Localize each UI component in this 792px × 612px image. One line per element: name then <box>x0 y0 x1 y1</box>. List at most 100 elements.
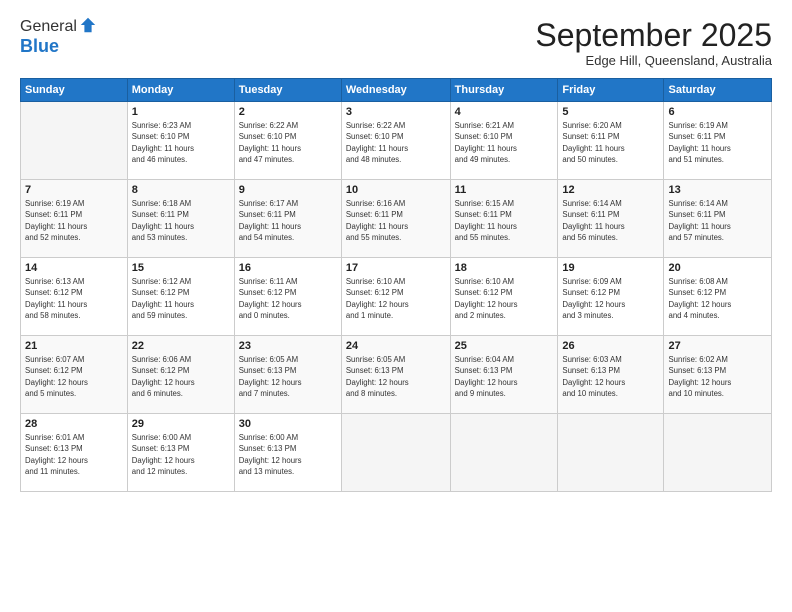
week-row-1: 1 Sunrise: 6:23 AMSunset: 6:10 PMDaylight… <box>21 102 772 180</box>
day-number: 10 <box>346 184 446 196</box>
calendar-cell: 28 Sunrise: 6:01 AMSunset: 6:13 PMDayligh… <box>21 414 128 492</box>
day-number: 9 <box>239 184 337 196</box>
day-info: Sunrise: 6:20 AMSunset: 6:11 PMDaylight:… <box>562 120 659 165</box>
calendar-cell: 20Sunrise: 6:08 AMSunset: 6:12 PMDayligh… <box>664 258 772 336</box>
day-info: Sunrise: 6:18 AMSunset: 6:11 PMDaylight:… <box>132 198 230 243</box>
calendar-cell: 16 Sunrise: 6:11 AMSunset: 6:12 PMDayligh… <box>234 258 341 336</box>
weekday-header-monday: Monday <box>127 79 234 102</box>
logo-blue-text: Blue <box>20 36 59 56</box>
day-info: Sunrise: 6:02 AMSunset: 6:13 PMDaylight:… <box>668 354 767 399</box>
day-number: 27 <box>668 340 767 352</box>
day-number: 25 <box>455 340 554 352</box>
day-info: Sunrise: 6:04 AMSunset: 6:13 PMDaylight:… <box>455 354 554 399</box>
calendar-cell: 26Sunrise: 6:03 AMSunset: 6:13 PMDayligh… <box>558 336 664 414</box>
day-number: 3 <box>346 106 446 118</box>
day-info: Sunrise: 6:10 AMSunset: 6:12 PMDaylight:… <box>346 276 446 321</box>
day-info: Sunrise: 6:08 AMSunset: 6:12 PMDaylight:… <box>668 276 767 321</box>
day-info: Sunrise: 6:22 AMSunset: 6:10 PMDaylight:… <box>239 120 337 165</box>
logo-general-text: General <box>20 18 77 36</box>
calendar-cell: 19Sunrise: 6:09 AMSunset: 6:12 PMDayligh… <box>558 258 664 336</box>
calendar-cell <box>558 414 664 492</box>
logo: General Blue <box>20 18 97 57</box>
calendar-cell: 17 Sunrise: 6:10 AMSunset: 6:12 PMDayligh… <box>341 258 450 336</box>
weekday-header-tuesday: Tuesday <box>234 79 341 102</box>
day-info: Sunrise: 6:09 AMSunset: 6:12 PMDaylight:… <box>562 276 659 321</box>
calendar-cell <box>21 102 128 180</box>
day-info: Sunrise: 6:17 AMSunset: 6:11 PMDaylight:… <box>239 198 337 243</box>
day-info: Sunrise: 6:05 AMSunset: 6:13 PMDaylight:… <box>239 354 337 399</box>
weekday-header-row: SundayMondayTuesdayWednesdayThursdayFrid… <box>21 79 772 102</box>
calendar-cell: 15 Sunrise: 6:12 AMSunset: 6:12 PMDayligh… <box>127 258 234 336</box>
calendar-cell: 13 Sunrise: 6:14 AMSunset: 6:11 PMDayligh… <box>664 180 772 258</box>
day-info: Sunrise: 6:21 AMSunset: 6:10 PMDaylight:… <box>455 120 554 165</box>
day-number: 17 <box>346 262 446 274</box>
day-info: Sunrise: 6:00 AMSunset: 6:13 PMDaylight:… <box>239 432 337 477</box>
calendar-cell: 1 Sunrise: 6:23 AMSunset: 6:10 PMDaylight… <box>127 102 234 180</box>
calendar-cell <box>341 414 450 492</box>
day-info: Sunrise: 6:07 AMSunset: 6:12 PMDaylight:… <box>25 354 123 399</box>
calendar-cell: 22 Sunrise: 6:06 AMSunset: 6:12 PMDayligh… <box>127 336 234 414</box>
day-info: Sunrise: 6:11 AMSunset: 6:12 PMDaylight:… <box>239 276 337 321</box>
day-info: Sunrise: 6:10 AMSunset: 6:12 PMDaylight:… <box>455 276 554 321</box>
day-number: 1 <box>132 106 230 118</box>
day-number: 5 <box>562 106 659 118</box>
day-info: Sunrise: 6:05 AMSunset: 6:13 PMDaylight:… <box>346 354 446 399</box>
calendar-cell: 27 Sunrise: 6:02 AMSunset: 6:13 PMDayligh… <box>664 336 772 414</box>
day-number: 12 <box>562 184 659 196</box>
week-row-3: 14 Sunrise: 6:13 AMSunset: 6:12 PMDayligh… <box>21 258 772 336</box>
day-info: Sunrise: 6:19 AMSunset: 6:11 PMDaylight:… <box>25 198 123 243</box>
day-number: 23 <box>239 340 337 352</box>
weekday-header-sunday: Sunday <box>21 79 128 102</box>
calendar-cell <box>450 414 558 492</box>
day-number: 28 <box>25 418 123 430</box>
day-info: Sunrise: 6:06 AMSunset: 6:12 PMDaylight:… <box>132 354 230 399</box>
week-row-4: 21 Sunrise: 6:07 AMSunset: 6:12 PMDayligh… <box>21 336 772 414</box>
calendar-cell: 29 Sunrise: 6:00 AMSunset: 6:13 PMDayligh… <box>127 414 234 492</box>
day-number: 15 <box>132 262 230 274</box>
calendar-cell: 8Sunrise: 6:18 AMSunset: 6:11 PMDaylight… <box>127 180 234 258</box>
day-number: 26 <box>562 340 659 352</box>
calendar-table: SundayMondayTuesdayWednesdayThursdayFrid… <box>20 78 772 492</box>
day-number: 13 <box>668 184 767 196</box>
day-info: Sunrise: 6:13 AMSunset: 6:12 PMDaylight:… <box>25 276 123 321</box>
day-info: Sunrise: 6:00 AMSunset: 6:13 PMDaylight:… <box>132 432 230 477</box>
day-info: Sunrise: 6:12 AMSunset: 6:12 PMDaylight:… <box>132 276 230 321</box>
calendar-cell: 14 Sunrise: 6:13 AMSunset: 6:12 PMDayligh… <box>21 258 128 336</box>
day-number: 11 <box>455 184 554 196</box>
day-info: Sunrise: 6:19 AMSunset: 6:11 PMDaylight:… <box>668 120 767 165</box>
calendar-cell: 30 Sunrise: 6:00 AMSunset: 6:13 PMDayligh… <box>234 414 341 492</box>
calendar-cell: 12 Sunrise: 6:14 AMSunset: 6:11 PMDayligh… <box>558 180 664 258</box>
day-info: Sunrise: 6:01 AMSunset: 6:13 PMDaylight:… <box>25 432 123 477</box>
calendar-cell: 11Sunrise: 6:15 AMSunset: 6:11 PMDayligh… <box>450 180 558 258</box>
calendar-cell: 9 Sunrise: 6:17 AMSunset: 6:11 PMDaylight… <box>234 180 341 258</box>
day-number: 21 <box>25 340 123 352</box>
day-info: Sunrise: 6:14 AMSunset: 6:11 PMDaylight:… <box>668 198 767 243</box>
day-info: Sunrise: 6:23 AMSunset: 6:10 PMDaylight:… <box>132 120 230 165</box>
calendar-cell: 2 Sunrise: 6:22 AMSunset: 6:10 PMDaylight… <box>234 102 341 180</box>
week-row-5: 28 Sunrise: 6:01 AMSunset: 6:13 PMDayligh… <box>21 414 772 492</box>
calendar-cell: 18 Sunrise: 6:10 AMSunset: 6:12 PMDayligh… <box>450 258 558 336</box>
day-number: 16 <box>239 262 337 274</box>
calendar-cell <box>664 414 772 492</box>
weekday-header-wednesday: Wednesday <box>341 79 450 102</box>
weekday-header-saturday: Saturday <box>664 79 772 102</box>
day-info: Sunrise: 6:16 AMSunset: 6:11 PMDaylight:… <box>346 198 446 243</box>
week-row-2: 7Sunrise: 6:19 AMSunset: 6:11 PMDaylight… <box>21 180 772 258</box>
day-number: 6 <box>668 106 767 118</box>
day-number: 30 <box>239 418 337 430</box>
day-number: 29 <box>132 418 230 430</box>
header: General Blue September 2025 Edge Hill, Q… <box>20 18 772 68</box>
day-number: 18 <box>455 262 554 274</box>
calendar-cell: 21 Sunrise: 6:07 AMSunset: 6:12 PMDayligh… <box>21 336 128 414</box>
weekday-header-thursday: Thursday <box>450 79 558 102</box>
title-block: September 2025 Edge Hill, Queensland, Au… <box>535 18 772 68</box>
day-number: 4 <box>455 106 554 118</box>
day-number: 14 <box>25 262 123 274</box>
day-number: 22 <box>132 340 230 352</box>
day-number: 24 <box>346 340 446 352</box>
day-info: Sunrise: 6:14 AMSunset: 6:11 PMDaylight:… <box>562 198 659 243</box>
calendar-cell: 4 Sunrise: 6:21 AMSunset: 6:10 PMDaylight… <box>450 102 558 180</box>
day-number: 2 <box>239 106 337 118</box>
calendar-cell: 23 Sunrise: 6:05 AMSunset: 6:13 PMDayligh… <box>234 336 341 414</box>
calendar-cell: 24 Sunrise: 6:05 AMSunset: 6:13 PMDayligh… <box>341 336 450 414</box>
